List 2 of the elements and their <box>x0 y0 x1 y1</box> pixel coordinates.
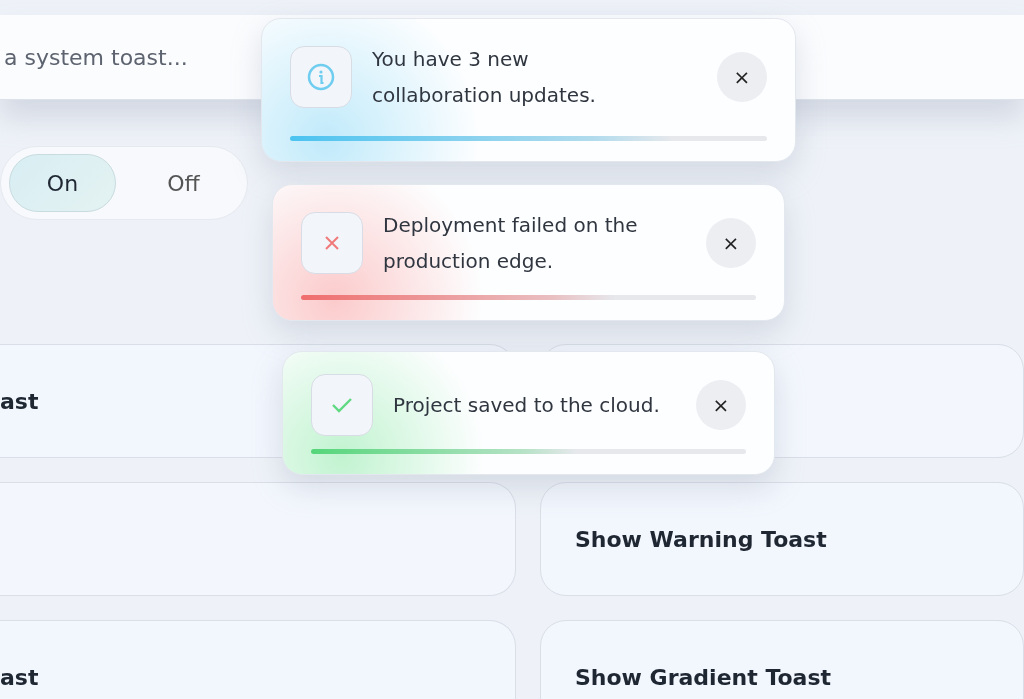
toast-message: You have 3 new collaboration updates. <box>372 46 597 109</box>
toast-message: Deployment failed on the production edge. <box>383 212 639 275</box>
